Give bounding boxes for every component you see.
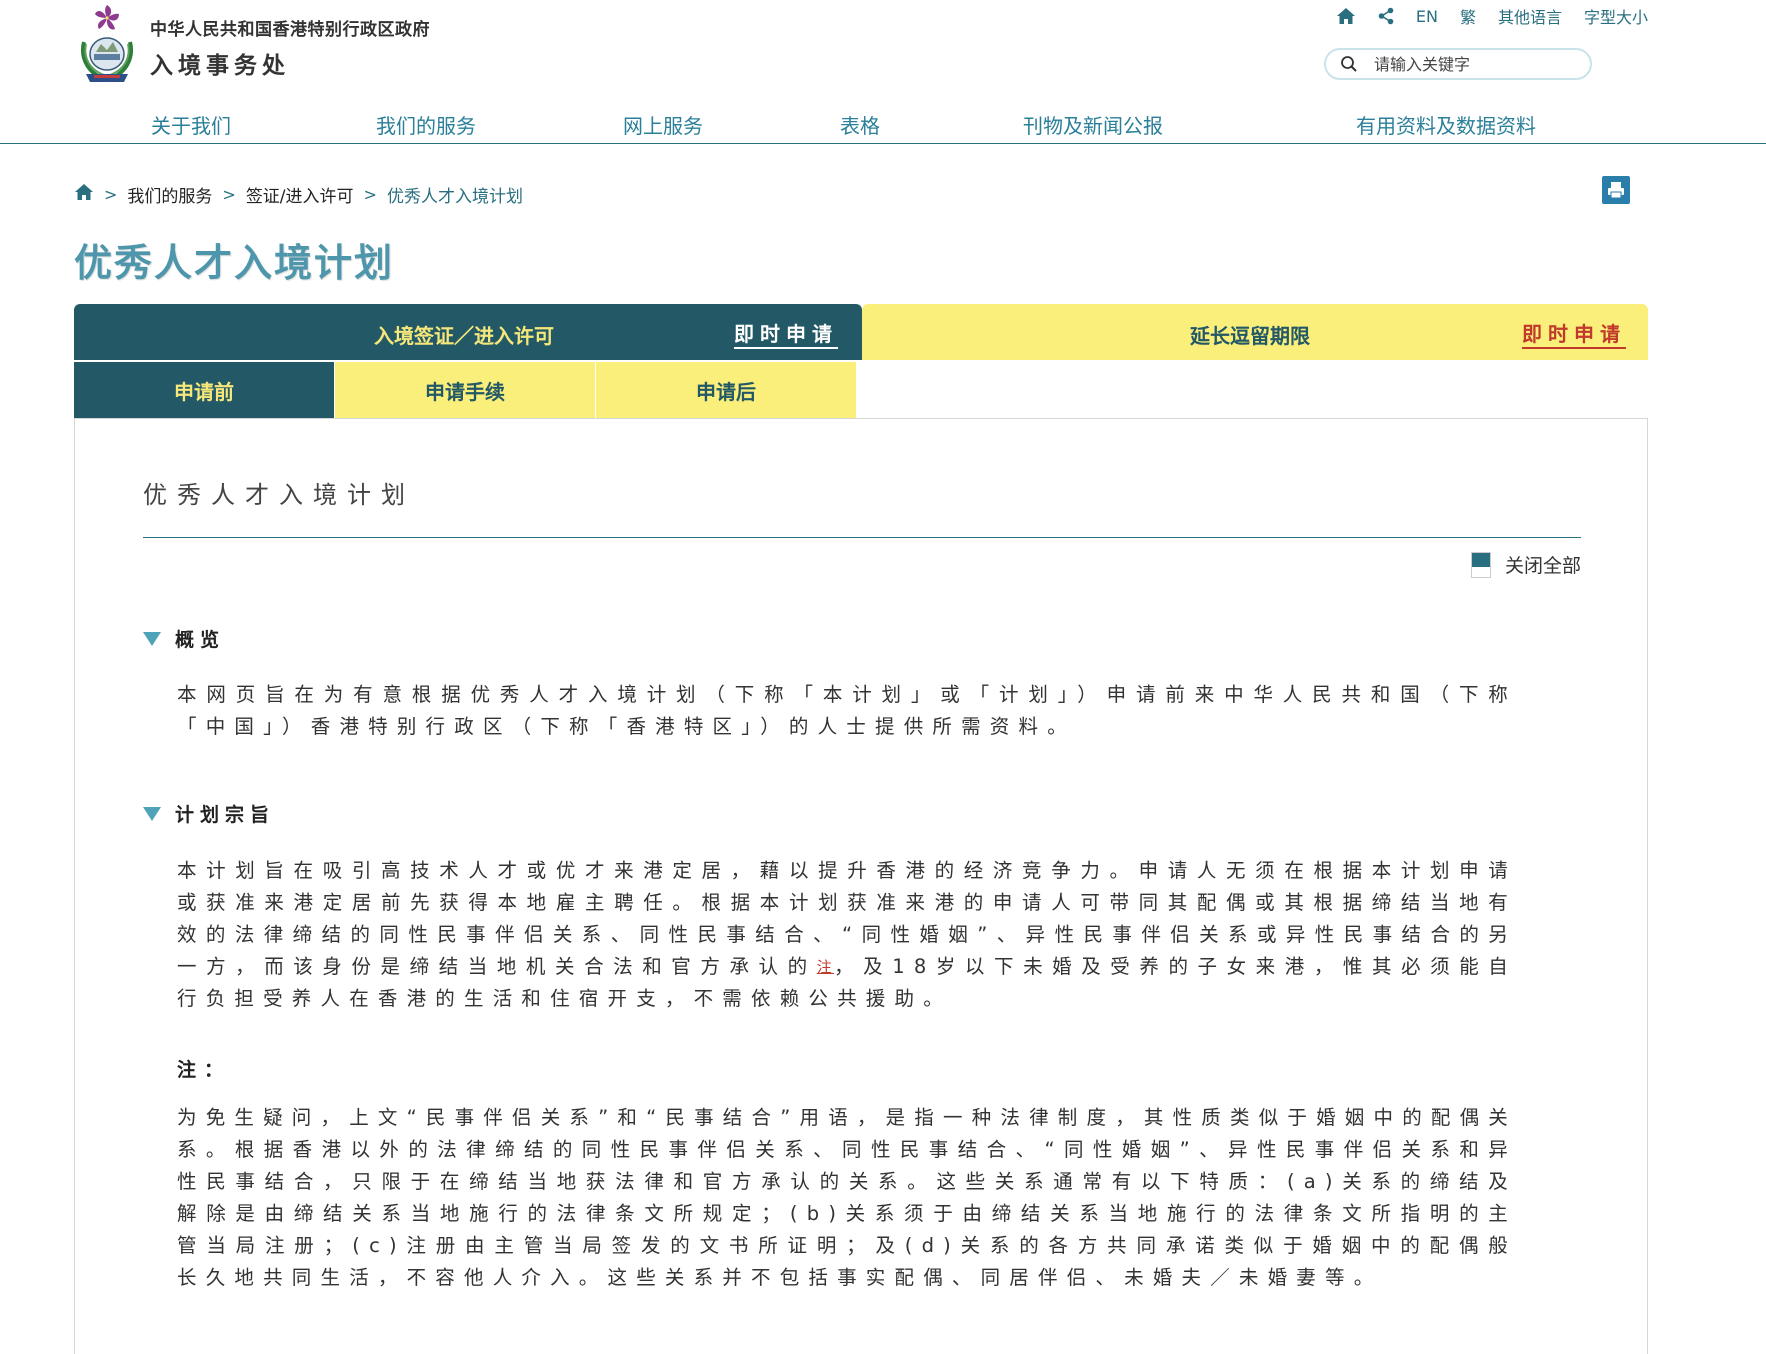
subtab-application-procedure[interactable]: 申请手续 [335, 362, 595, 418]
section-divider [143, 537, 1581, 538]
search-icon[interactable] [1340, 55, 1358, 73]
collapse-all-button[interactable]: 关闭全部 [1470, 551, 1581, 578]
tab-extension-label: 延长逗留期限 [1190, 324, 1310, 348]
content-panel: 优秀人才入境计划 关闭全部 概览 本网页旨在为有意根据优秀人才入境计划（下称「本… [74, 418, 1648, 1354]
search-bar [1324, 48, 1592, 80]
tab-entry-visa-label: 入境签证／进入许可 [374, 324, 554, 348]
breadcrumb-visas[interactable]: 签证/进入许可 [246, 182, 354, 207]
collapse-all-label: 关闭全部 [1504, 555, 1581, 577]
accordion-overview-label: 概览 [175, 629, 226, 651]
print-button[interactable] [1602, 176, 1630, 204]
site-logo[interactable]: 中华人民共和国香港特别行政区政府 入境事务处 [74, 2, 430, 86]
nav-item-useful-info[interactable]: 有用资料及数据资料 [1356, 110, 1536, 139]
tab-extension-of-stay[interactable]: 延长逗留期限 即时申请 [862, 304, 1648, 360]
expand-triangle-icon [143, 806, 161, 821]
org-name-government: 中华人民共和国香港特别行政区政府 [150, 19, 430, 40]
apply-now-entry-link[interactable]: 即时申请 [734, 318, 838, 349]
subtab-after-application[interactable]: 申请后 [596, 362, 856, 418]
expand-triangle-icon [143, 631, 161, 646]
breadcrumb-current-page: 优秀人才入境计划 [386, 187, 523, 207]
breadcrumb: > 我们的服务 > 签证/进入许可 > 优秀人才入境计划 [74, 182, 523, 207]
accordion-objective-header[interactable]: 计划宗旨 [143, 800, 275, 827]
print-icon [1608, 182, 1624, 199]
breadcrumb-separator: > [222, 185, 236, 204]
accordion-objective-label: 计划宗旨 [175, 804, 276, 826]
breadcrumb-our-services[interactable]: 我们的服务 [127, 182, 212, 207]
breadcrumb-separator: > [104, 185, 118, 204]
main-navigation: 关于我们 我们的服务 网上服务 表格 刊物及新闻公报 有用资料及数据资料 [0, 100, 1766, 144]
collapse-all-icon [1470, 551, 1491, 578]
note-heading: 注： [177, 1059, 232, 1081]
emblem-icon [81, 5, 133, 83]
section-title: 优秀人才入境计划 [143, 481, 415, 509]
nav-item-online-services[interactable]: 网上服务 [623, 110, 703, 139]
nav-item-publications-press[interactable]: 刊物及新闻公报 [1023, 110, 1163, 139]
overview-paragraph: 本网页旨在为有意根据优秀人才入境计划（下称「本计划」或「计划」）申请前来中华人民… [177, 683, 1517, 738]
home-icon[interactable] [1336, 7, 1356, 25]
subtab-before-application[interactable]: 申请前 [74, 362, 334, 418]
apply-now-extension-link[interactable]: 即时申请 [1522, 318, 1626, 349]
font-size-link[interactable]: 字型大小 [1584, 4, 1648, 28]
breadcrumb-separator: > [363, 185, 377, 204]
nav-item-our-services[interactable]: 我们的服务 [376, 110, 476, 139]
tab-entry-visa[interactable]: 入境签证／进入许可 即时申请 [74, 304, 862, 360]
breadcrumb-home-icon[interactable] [74, 183, 94, 206]
accordion-overview-header[interactable]: 概览 [143, 625, 225, 652]
nav-item-forms[interactable]: 表格 [840, 110, 880, 139]
org-name-department: 入境事务处 [150, 52, 290, 79]
other-languages-link[interactable]: 其他语言 [1498, 4, 1562, 28]
share-icon[interactable] [1378, 7, 1394, 25]
language-traditional-chinese-link[interactable]: 繁 [1460, 4, 1476, 28]
note-reference-link[interactable]: 注 [817, 958, 834, 976]
page-title: 优秀人才入境计划 [74, 241, 395, 285]
search-input[interactable] [1374, 54, 1574, 74]
utility-toolbar: EN 繁 其他语言 字型大小 [1314, 4, 1648, 28]
objective-paragraph: 本计划旨在吸引高技术人才或优才来港定居，藉以提升香港的经济竞争力。申请人无须在根… [177, 855, 1517, 1015]
language-en-link[interactable]: EN [1416, 7, 1438, 26]
nav-item-about-us[interactable]: 关于我们 [151, 110, 231, 139]
note-paragraph: 为免生疑问，上文“民事伴侣关系”和“民事结合”用语，是指一种法律制度，其性质类似… [177, 1106, 1518, 1289]
